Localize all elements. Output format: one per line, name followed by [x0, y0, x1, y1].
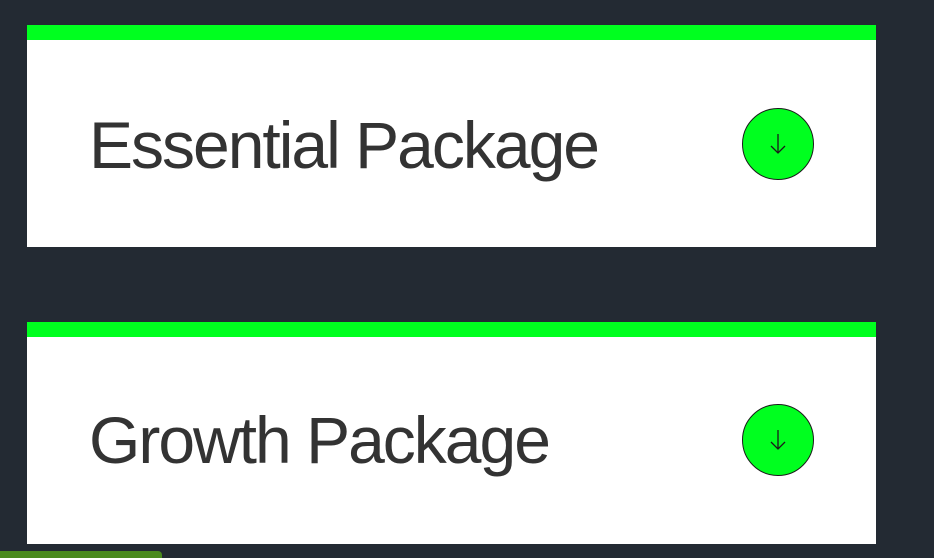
- package-card-growth[interactable]: Growth Package: [27, 322, 876, 544]
- expand-essential-button[interactable]: [742, 108, 814, 180]
- package-title: Growth Package: [89, 403, 551, 477]
- arrow-down-icon: [770, 430, 786, 450]
- package-title: Essential Package: [89, 108, 600, 182]
- page: Essential Package Growth Package: [0, 0, 934, 558]
- package-card-essential[interactable]: Essential Package: [27, 25, 876, 247]
- bottom-strip: [0, 551, 162, 558]
- expand-growth-button[interactable]: [742, 404, 814, 476]
- arrow-down-icon: [770, 134, 786, 154]
